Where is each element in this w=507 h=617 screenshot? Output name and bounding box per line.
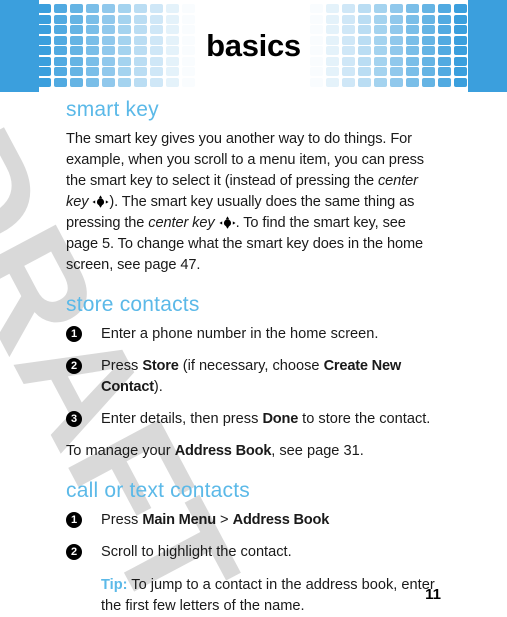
page-content: smart key The smart key gives you anothe… (66, 98, 441, 617)
center-key-icon (92, 195, 109, 208)
tip-block: Tip: To jump to a contact in the address… (66, 575, 441, 617)
section-heading-call-or-text-contacts: call or text contacts (66, 479, 250, 503)
center-key-icon (219, 216, 236, 229)
section-heading-smart-key: smart key (66, 98, 159, 121)
step-text: to store the contact. (298, 411, 431, 428)
page-title: basics (206, 28, 301, 63)
tip-label: Tip: (101, 577, 128, 594)
tip-text: To jump to a contact in the address book… (101, 577, 435, 615)
ui-term-address-book: Address Book (174, 443, 272, 460)
step-text: Press (101, 512, 143, 529)
step-text: > (215, 512, 233, 529)
smart-key-paragraph: The smart key gives you another way to d… (66, 129, 441, 276)
step-text: Press (101, 358, 143, 375)
step-text: Enter a phone number in the home screen. (101, 326, 379, 343)
step-text: Enter details, then press (101, 411, 263, 428)
step-item: 2 Scroll to highlight the contact. (66, 542, 441, 563)
paragraph-text-part-1: The smart key gives you another way to d… (66, 131, 424, 190)
step-item: 2 Press Store (if necessary, choose Creat… (66, 356, 441, 398)
italic-term-center-key-2: center key (148, 215, 215, 232)
ui-term: Done (262, 411, 299, 428)
step-number-badge: 1 (66, 326, 82, 343)
step-number-badge: 3 (66, 411, 82, 428)
ui-term: Main Menu (142, 512, 216, 529)
section-heading-store-contacts: store contacts (66, 293, 200, 317)
store-contacts-trailing-note: To manage your Address Book, see page 31… (66, 441, 441, 462)
ui-term: Address Book (232, 512, 330, 529)
page-number: 11 (425, 586, 441, 603)
ui-term: Store (142, 358, 179, 375)
step-text: Scroll to highlight the contact. (101, 544, 292, 561)
step-item: 1 Enter a phone number in the home screen… (66, 324, 441, 345)
store-contacts-step-list: 1 Enter a phone number in the home screen… (66, 324, 441, 430)
call-or-text-contacts-step-list: 1 Press Main Menu > Address Book 2 Scroll t… (66, 510, 441, 563)
step-item: 3 Enter details, then press Done to store… (66, 409, 441, 430)
step-number-badge: 1 (66, 512, 82, 529)
step-item: 1 Press Main Menu > Address Book (66, 510, 441, 531)
step-text: ). (153, 379, 163, 396)
trailing-text-pre: To manage your (66, 443, 175, 460)
step-number-badge: 2 (66, 358, 82, 375)
step-number-badge: 2 (66, 544, 82, 561)
trailing-text-post: , see page 31. (271, 443, 364, 460)
step-text: (if necessary, choose (178, 358, 324, 375)
